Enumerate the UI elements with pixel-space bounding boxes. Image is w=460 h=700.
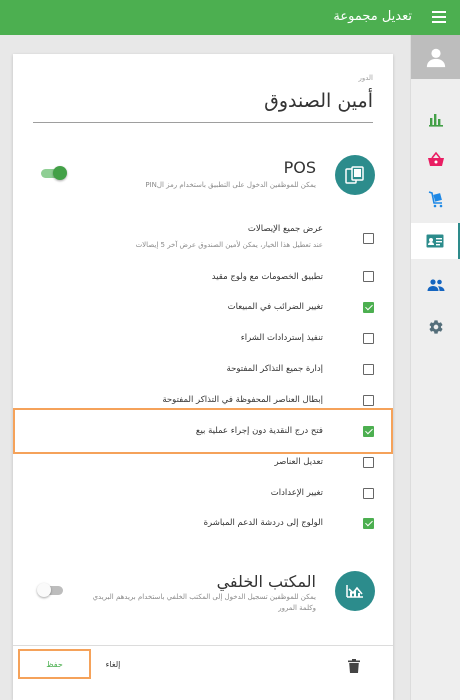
pos-toggle[interactable] — [39, 166, 67, 180]
role-editor-card: الدور أمين الصندوق POS يمكن للموظفين الد… — [13, 54, 393, 700]
perm-label-refunds: تنفيذ إستردادات الشراء — [240, 333, 323, 343]
sidebar-item-customers[interactable] — [411, 267, 460, 303]
page-title: تعديل مجموعة — [333, 9, 412, 24]
role-name-field[interactable]: أمين الصندوق — [264, 90, 373, 112]
cancel-button[interactable]: إلغاء — [98, 649, 128, 679]
perm-label-edit-items: تعديل العناصر — [274, 457, 323, 467]
perm-label-manage-tickets: إدارة جميع التذاكر المفتوحة — [226, 364, 323, 374]
dashboard-icon — [335, 571, 375, 611]
checkbox-refunds[interactable] — [363, 333, 374, 344]
role-name-underline — [33, 122, 373, 123]
backoffice-description-line2: وكلمة المرور — [278, 604, 316, 612]
menu-icon[interactable] — [432, 11, 446, 23]
sidebar-item-reports[interactable] — [411, 101, 460, 137]
checkbox-change-taxes[interactable] — [363, 302, 374, 313]
top-app-bar: تعديل مجموعة — [0, 0, 460, 35]
checkbox-manage-open-tickets[interactable] — [363, 364, 374, 375]
footer-divider — [13, 645, 393, 646]
perm-label-support-chat: الولوج إلى دردشة الدعم المباشرة — [203, 518, 323, 528]
perm-label-void-items: إبطال العناصر المحفوظة في التذاكر المفتو… — [162, 395, 323, 405]
checkbox-open-cash-drawer[interactable] — [363, 426, 374, 437]
checkbox-edit-items[interactable] — [363, 457, 374, 468]
pos-section-title: POS — [283, 158, 316, 177]
id-card-icon — [426, 234, 443, 248]
checkbox-view-all-receipts[interactable] — [363, 233, 374, 244]
perm-sublabel-view-receipts: عند تعطيل هذا الخيار، يمكن لأمين الصندوق… — [135, 241, 323, 249]
basket-icon — [428, 151, 444, 166]
role-label: الدور — [358, 74, 373, 82]
person-icon — [426, 48, 446, 68]
checkbox-apply-discounts[interactable] — [363, 271, 374, 282]
sidebar-item-employees[interactable] — [411, 223, 460, 259]
navigation-rail — [410, 35, 460, 700]
bar-chart-icon — [429, 114, 443, 127]
checkbox-change-settings[interactable] — [363, 488, 374, 499]
checkbox-void-saved-items[interactable] — [363, 395, 374, 406]
pos-device-icon — [335, 155, 375, 195]
backoffice-toggle[interactable] — [37, 583, 65, 597]
sidebar-item-inventory[interactable] — [411, 181, 460, 217]
checkbox-live-support-chat[interactable] — [363, 518, 374, 529]
gear-icon — [429, 320, 443, 334]
perm-label-view-receipts: عرض جميع الإيصالات — [247, 224, 323, 234]
perm-label-taxes: تغيير الضرائب في المبيعات — [227, 302, 323, 312]
backoffice-description-line1: يمكن للموظفين تسجيل الدخول إلى المكتب ال… — [92, 593, 316, 601]
trash-icon[interactable] — [344, 656, 364, 676]
perm-label-open-drawer: فتح درج النقدية دون إجراء عملية بيع — [195, 426, 323, 436]
backoffice-section-title: المكتب الخلفي — [216, 572, 316, 591]
cart-icon — [428, 191, 443, 208]
perm-label-discounts: تطبيق الخصومات مع ولوج مقيد — [211, 272, 323, 282]
avatar[interactable] — [411, 35, 460, 79]
save-button[interactable]: حفظ — [18, 649, 91, 679]
pos-section-description: يمكن للموظفين الدخول على التطبيق باستخدا… — [145, 181, 316, 189]
people-icon — [427, 279, 445, 291]
sidebar-item-items[interactable] — [411, 141, 460, 177]
sidebar-item-settings[interactable] — [411, 309, 460, 345]
perm-label-change-settings: تغيير الإعدادات — [270, 488, 323, 498]
